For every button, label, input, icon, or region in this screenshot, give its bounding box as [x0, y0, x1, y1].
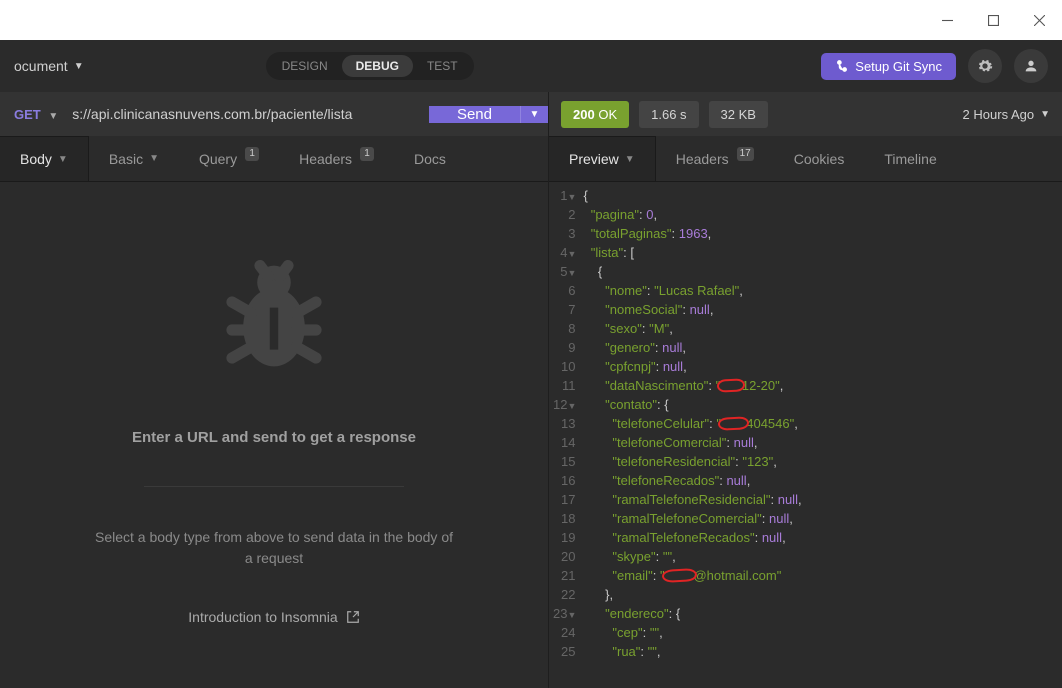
tab-auth-basic[interactable]: Basic ▼ — [89, 136, 179, 181]
query-count-badge: 1 — [245, 147, 259, 161]
chevron-down-icon: ▼ — [74, 61, 84, 72]
setup-git-sync-button[interactable]: Setup Git Sync — [821, 53, 956, 80]
resp-headers-badge: 17 — [737, 147, 754, 161]
topbar: ocument ▼ DESIGN DEBUG TEST Setup Git Sy… — [0, 40, 1062, 92]
chevron-down-icon: ▼ — [48, 111, 58, 122]
response-body-viewer[interactable]: 1▼2 3 4▼5▼6 7 8 9 10 11 12▼13 14 15 16 1… — [549, 182, 1062, 688]
mode-switch: DESIGN DEBUG TEST — [266, 52, 474, 80]
external-link-icon — [346, 610, 360, 624]
request-tabs: Body ▼ Basic ▼ Query 1 Headers 1 Docs — [0, 136, 548, 182]
url-input[interactable]: s://api.clinicanasnuvens.com.br/paciente… — [68, 106, 429, 122]
http-method-select[interactable]: GET ▼ — [0, 107, 68, 122]
chevron-down-icon: ▼ — [1040, 109, 1050, 120]
chevron-down-icon: ▼ — [625, 154, 635, 165]
empty-sub: Select a body type from above to send da… — [94, 527, 454, 569]
headers-count-badge: 1 — [360, 147, 374, 161]
document-menu[interactable]: ocument ▼ — [14, 58, 84, 74]
gear-icon — [977, 58, 993, 74]
chevron-down-icon: ▼ — [58, 154, 68, 165]
tab-headers[interactable]: Headers 1 — [279, 136, 394, 181]
mode-debug[interactable]: DEBUG — [342, 55, 413, 77]
tab-cookies[interactable]: Cookies — [774, 136, 865, 181]
divider — [144, 486, 404, 487]
body-empty-state: Enter a URL and send to get a response S… — [0, 182, 548, 688]
mode-design[interactable]: DESIGN — [268, 55, 342, 77]
mode-test[interactable]: TEST — [413, 55, 472, 77]
intro-link[interactable]: Introduction to Insomnia — [188, 609, 359, 625]
send-dropdown[interactable]: ▼ — [520, 106, 548, 123]
tab-body[interactable]: Body ▼ — [0, 136, 89, 181]
tab-timeline[interactable]: Timeline — [864, 136, 956, 181]
response-age-select[interactable]: 2 Hours Ago ▼ — [963, 107, 1050, 122]
user-icon — [1023, 58, 1039, 74]
git-button-label: Setup Git Sync — [855, 59, 942, 74]
chevron-down-icon: ▼ — [530, 109, 540, 120]
json-code: { "pagina": 0, "totalPaginas": 1963, "li… — [583, 182, 801, 688]
response-tabs: Preview ▼ Headers 17 Cookies Timeline — [549, 136, 1062, 182]
account-button[interactable] — [1014, 49, 1048, 83]
document-label: ocument — [14, 58, 68, 74]
minimize-button[interactable] — [924, 0, 970, 40]
git-branch-icon — [835, 59, 849, 73]
tab-docs[interactable]: Docs — [394, 136, 466, 181]
empty-lead: Enter a URL and send to get a response — [132, 429, 416, 446]
maximize-button[interactable] — [970, 0, 1016, 40]
chevron-down-icon: ▼ — [149, 153, 159, 164]
send-button[interactable]: Send — [429, 106, 520, 123]
bug-icon — [204, 246, 344, 389]
tab-preview[interactable]: Preview ▼ — [549, 136, 656, 181]
response-status-bar: 200 OK 1.66 s 32 KB 2 Hours Ago ▼ — [549, 92, 1062, 136]
request-bar: GET ▼ s://api.clinicanasnuvens.com.br/pa… — [0, 92, 548, 136]
time-chip: 1.66 s — [639, 101, 698, 128]
status-chip: 200 OK — [561, 101, 629, 128]
settings-button[interactable] — [968, 49, 1002, 83]
size-chip: 32 KB — [709, 101, 768, 128]
line-gutter: 1▼2 3 4▼5▼6 7 8 9 10 11 12▼13 14 15 16 1… — [549, 182, 583, 688]
tab-query[interactable]: Query 1 — [179, 136, 279, 181]
close-button[interactable] — [1016, 0, 1062, 40]
window-controls — [0, 0, 1062, 40]
tab-resp-headers[interactable]: Headers 17 — [656, 136, 774, 181]
